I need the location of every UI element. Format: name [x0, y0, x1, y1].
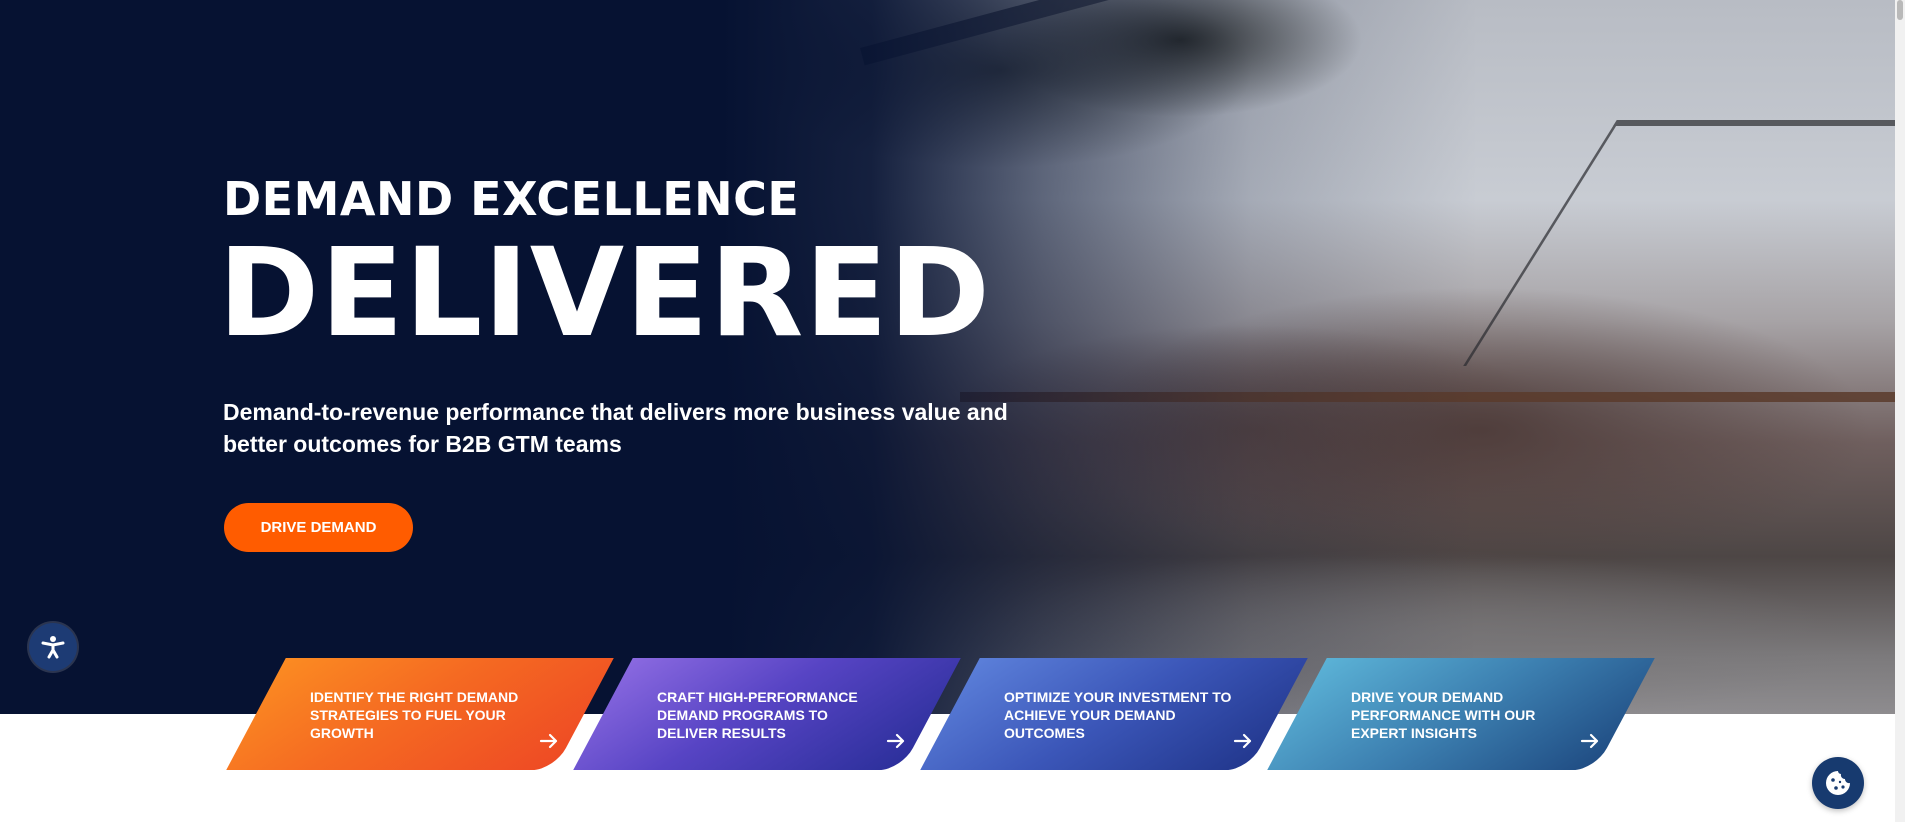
arrow-right-icon — [886, 733, 905, 749]
arrow-right-icon — [1233, 733, 1252, 749]
card-craft-programs[interactable]: CRAFT HIGH-PERFORMANCE DEMAND PROGRAMS T… — [573, 658, 961, 770]
card-optimize-investment[interactable]: OPTIMIZE YOUR INVESTMENT TO ACHIEVE YOUR… — [920, 658, 1308, 770]
card-label: CRAFT HIGH-PERFORMANCE DEMAND PROGRAMS T… — [657, 689, 858, 741]
cookie-icon — [1826, 771, 1850, 795]
card-content: OPTIMIZE YOUR INVESTMENT TO ACHIEVE YOUR… — [950, 658, 1278, 770]
card-label: OPTIMIZE YOUR INVESTMENT TO ACHIEVE YOUR… — [1004, 689, 1232, 741]
arrow-right-icon — [1580, 733, 1599, 749]
card-label: IDENTIFY THE RIGHT DEMAND STRATEGIES TO … — [310, 689, 519, 741]
arrow-right-icon — [539, 733, 558, 749]
card-identify-strategies[interactable]: IDENTIFY THE RIGHT DEMAND STRATEGIES TO … — [226, 658, 614, 770]
card-content: CRAFT HIGH-PERFORMANCE DEMAND PROGRAMS T… — [603, 658, 931, 770]
cookie-settings-button[interactable] — [1812, 757, 1864, 809]
card-expert-insights[interactable]: DRIVE YOUR DEMAND PERFORMANCE WITH OUR E… — [1267, 658, 1655, 770]
page-scrollbar[interactable] — [1895, 0, 1905, 822]
card-content: DRIVE YOUR DEMAND PERFORMANCE WITH OUR E… — [1297, 658, 1625, 770]
card-label: DRIVE YOUR DEMAND PERFORMANCE WITH OUR E… — [1351, 689, 1536, 741]
feature-cards: IDENTIFY THE RIGHT DEMAND STRATEGIES TO … — [0, 0, 1905, 822]
scrollbar-thumb[interactable] — [1897, 0, 1903, 20]
card-content: IDENTIFY THE RIGHT DEMAND STRATEGIES TO … — [256, 658, 584, 770]
